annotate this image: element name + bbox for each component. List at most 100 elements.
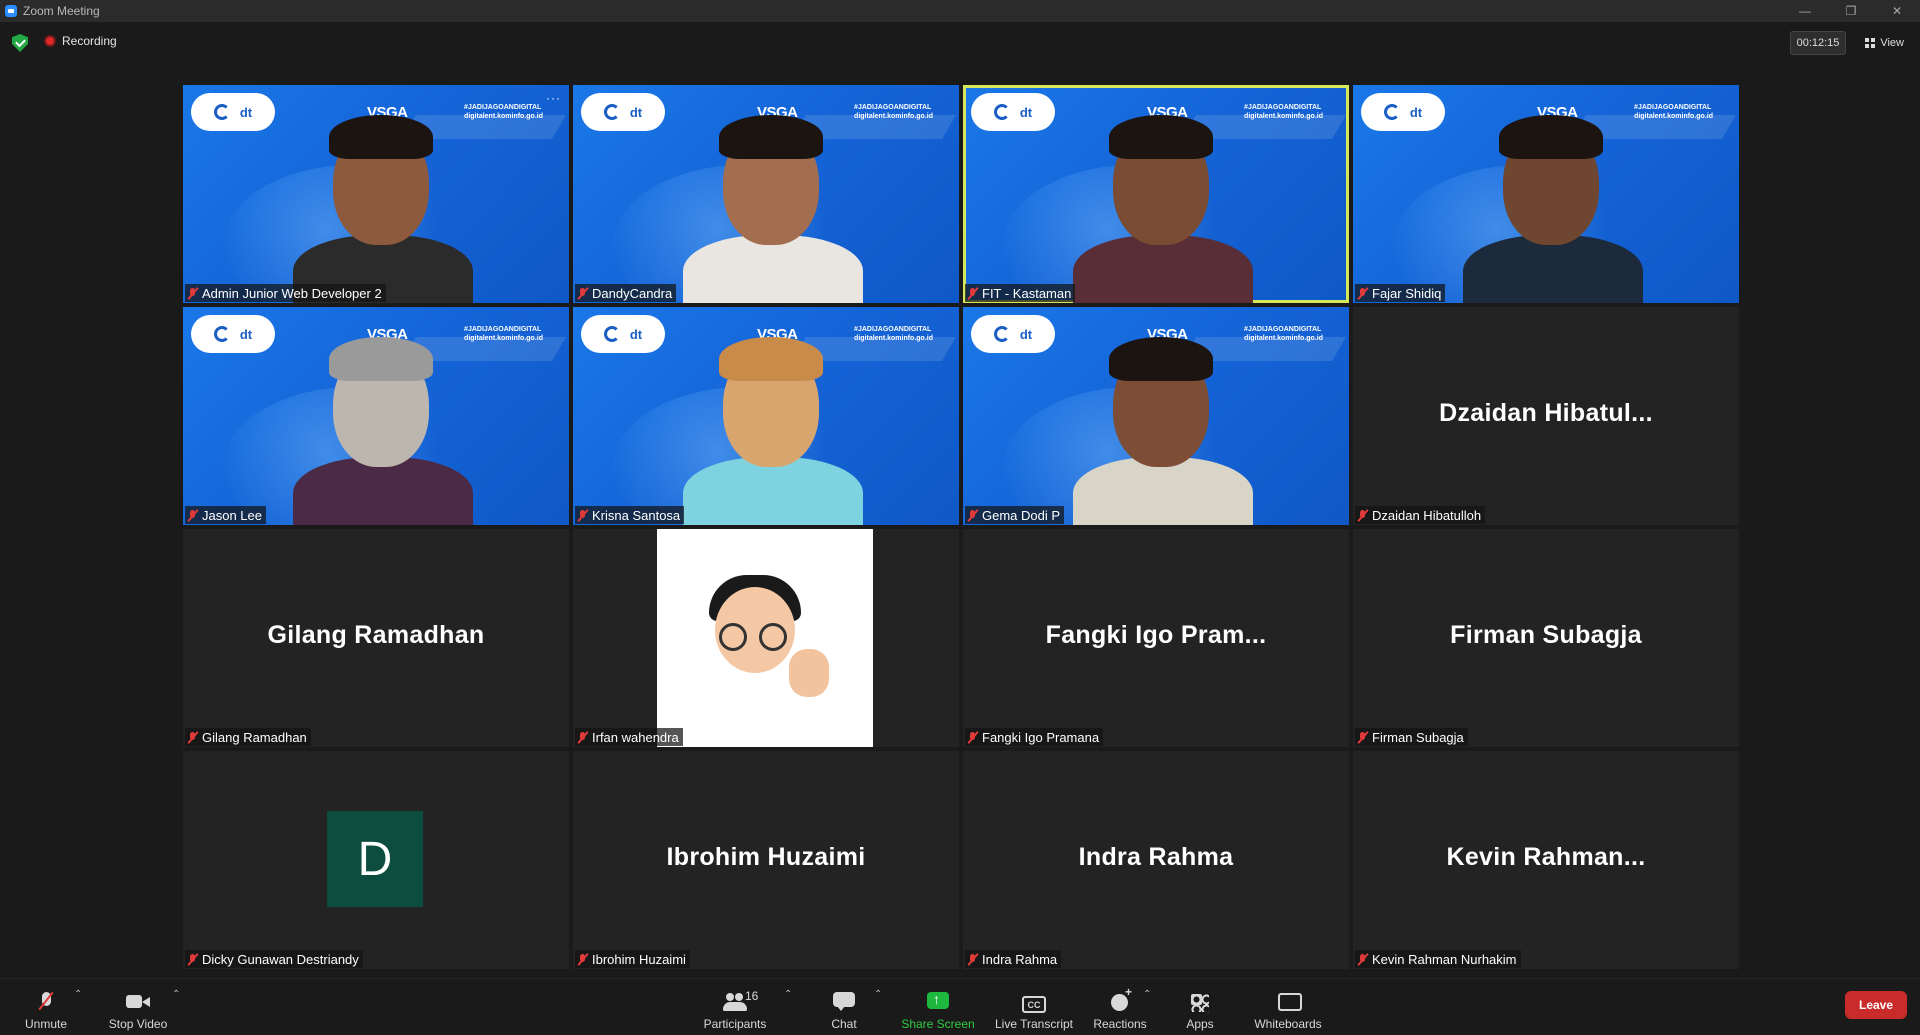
participant-name-label: Ibrohim Huzaimi (575, 950, 690, 968)
participant-tile-dzaidan-hibatulloh[interactable]: Dzaidan Hibatul... Dzaidan Hibatulloh (1353, 307, 1739, 525)
whiteboard-icon (1276, 991, 1302, 1013)
participant-name: Dzaidan Hibatulloh (1372, 507, 1482, 523)
share-screen-icon (926, 991, 950, 1013)
participant-name-label: Kevin Rahman Nurhakim (1355, 950, 1521, 968)
participant-display-name: Gilang Ramadhan (267, 621, 485, 649)
view-label: View (1880, 37, 1904, 49)
participant-tile-fangki-igo-pramana[interactable]: Fangki Igo Pram... Fangki Igo Pramana (963, 529, 1349, 747)
participant-video-feed (573, 85, 959, 303)
participant-name: Irfan wahendra (592, 729, 679, 745)
glasses-left-lens (719, 623, 747, 651)
participant-name-label: Fajar Shidiq (1355, 284, 1446, 302)
restore-button[interactable]: ❐ (1828, 0, 1874, 22)
participant-tile-ibrohim-huzaimi[interactable]: Ibrohim Huzaimi Ibrohim Huzaimi (573, 751, 959, 969)
participant-name: Indra Rahma (982, 951, 1058, 967)
participant-name: Admin Junior Web Developer 2 (202, 285, 382, 301)
participant-tile-fajar-shidiq[interactable]: dt VSGA #JADIJAGOANDIGITAL digitalent.komin… (1353, 85, 1739, 303)
minimize-button[interactable]: — (1782, 0, 1828, 22)
glasses-right-lens (759, 623, 787, 651)
meeting-timer: 00:12:15 (1790, 31, 1846, 55)
participants-icon: 16 (723, 989, 758, 1013)
grid-icon (1865, 38, 1876, 48)
chat-options-caret[interactable]: ⌃ (874, 989, 882, 1000)
leave-button[interactable]: Leave (1845, 991, 1907, 1019)
participants-options-caret[interactable]: ⌃ (784, 989, 792, 1000)
thumbs-up-icon (789, 649, 829, 697)
meeting-toolbar: Unmute ⌃ Stop Video ⌃ 16 Participants ⌃ … (0, 978, 1920, 1035)
closed-caption-icon: CC (1022, 996, 1046, 1013)
participant-video-feed (963, 307, 1349, 525)
participant-tile-dicky-gunawan-destriandy[interactable]: D Dicky Gunawan Destriandy (183, 751, 569, 969)
participant-name-label: Irfan wahendra (575, 728, 683, 746)
participant-tile-firman-subagja[interactable]: Firman Subagja Firman Subagja (1353, 529, 1739, 747)
participant-name: DandyCandra (592, 285, 673, 301)
participant-display-name: Indra Rahma (1078, 843, 1234, 871)
participant-name-label: Indra Rahma (965, 950, 1062, 968)
microphone-muted-icon (187, 287, 199, 300)
participant-name: Firman Subagja (1372, 729, 1464, 745)
video-camera-icon (126, 991, 150, 1013)
chat-button[interactable]: Chat (826, 985, 862, 1031)
participant-name: Dicky Gunawan Destriandy (202, 951, 359, 967)
participant-name: Fangki Igo Pramana (982, 729, 1100, 745)
view-button[interactable]: View (1859, 31, 1910, 55)
participant-name-label: Dicky Gunawan Destriandy (185, 950, 363, 968)
stop-video-button[interactable]: Stop Video (106, 985, 170, 1031)
record-dot-icon (44, 35, 56, 47)
video-options-caret[interactable]: ⌃ (172, 989, 180, 1000)
participant-name-label: Fangki Igo Pramana (965, 728, 1104, 746)
participant-tile-gema-dodi-p[interactable]: dt VSGA #JADIJAGOANDIGITAL digitalent.komin… (963, 307, 1349, 525)
title-bar: Zoom Meeting — ❐ ✕ (0, 0, 1920, 22)
apps-button[interactable]: Apps (1182, 985, 1218, 1031)
audio-options-caret[interactable]: ⌃ (74, 989, 82, 1000)
microphone-muted-icon (187, 509, 199, 522)
participant-display-name: Fangki Igo Pram... (1045, 621, 1267, 649)
reactions-button[interactable]: Reactions (1092, 985, 1148, 1031)
smiley-add-icon (1108, 985, 1132, 1013)
recording-indicator[interactable]: Recording (44, 34, 117, 48)
microphone-muted-icon (187, 731, 199, 744)
zoom-app-icon (5, 5, 17, 17)
live-transcript-button[interactable]: CC Live Transcript (994, 985, 1074, 1031)
participant-tile-dandycandra[interactable]: dt VSGA #JADIJAGOANDIGITAL digitalent.komin… (573, 85, 959, 303)
participant-name-label: Dzaidan Hibatulloh (1355, 506, 1486, 524)
avatar: D (327, 811, 423, 907)
microphone-muted-icon (967, 287, 979, 300)
whiteboards-button[interactable]: Whiteboards (1252, 985, 1324, 1031)
participant-name-label: FIT - Kastaman (965, 284, 1076, 302)
participants-button[interactable]: 16 Participants (700, 985, 770, 1031)
participant-video-feed (183, 307, 569, 525)
microphone-muted-icon (1357, 509, 1369, 522)
recording-label: Recording (62, 34, 117, 48)
microphone-muted-icon (577, 953, 589, 966)
participants-count: 16 (745, 989, 759, 1003)
participant-tile-jason-lee[interactable]: dt VSGA #JADIJAGOANDIGITAL digitalent.komin… (183, 307, 569, 525)
participant-name: Krisna Santosa (592, 507, 681, 523)
share-screen-button[interactable]: Share Screen (901, 985, 974, 1031)
microphone-muted-icon (577, 287, 589, 300)
participant-tile-krisna-santosa[interactable]: dt VSGA #JADIJAGOANDIGITAL digitalent.komin… (573, 307, 959, 525)
participant-tile-gilang-ramadhan[interactable]: Gilang Ramadhan Gilang Ramadhan (183, 529, 569, 747)
profile-picture (657, 529, 873, 747)
participant-video-feed (963, 85, 1349, 303)
chat-bubble-icon (832, 991, 856, 1013)
gallery-view: dt VSGA #JADIJAGOANDIGITAL digitalent.komin… (183, 85, 1739, 970)
participant-tile-kevin-rahman-nurhakim[interactable]: Kevin Rahman... Kevin Rahman Nurhakim (1353, 751, 1739, 969)
participant-tile-irfan-wahendra[interactable]: Irfan wahendra (573, 529, 959, 747)
microphone-muted-icon (1357, 953, 1369, 966)
participant-tile-fit-kastaman[interactable]: dt VSGA #JADIJAGOANDIGITAL digitalent.komin… (963, 85, 1349, 303)
participant-tile-admin-junior-web-developer-2[interactable]: dt VSGA #JADIJAGOANDIGITAL digitalent.komin… (183, 85, 569, 303)
participant-name: Jason Lee (202, 507, 262, 523)
participant-tile-indra-rahma[interactable]: Indra Rahma Indra Rahma (963, 751, 1349, 969)
window-controls: — ❐ ✕ (1782, 0, 1920, 22)
microphone-muted-icon (577, 509, 589, 522)
more-options-icon[interactable]: ··· (546, 91, 561, 105)
participant-name: Gema Dodi P (982, 507, 1061, 523)
unmute-button[interactable]: Unmute (19, 985, 73, 1031)
reactions-options-caret[interactable]: ⌃ (1143, 989, 1151, 1000)
participant-name: Gilang Ramadhan (202, 729, 307, 745)
microphone-muted-icon (34, 991, 58, 1013)
participant-name: FIT - Kastaman (982, 285, 1072, 301)
shield-check-icon[interactable] (12, 34, 28, 52)
close-button[interactable]: ✕ (1874, 0, 1920, 22)
